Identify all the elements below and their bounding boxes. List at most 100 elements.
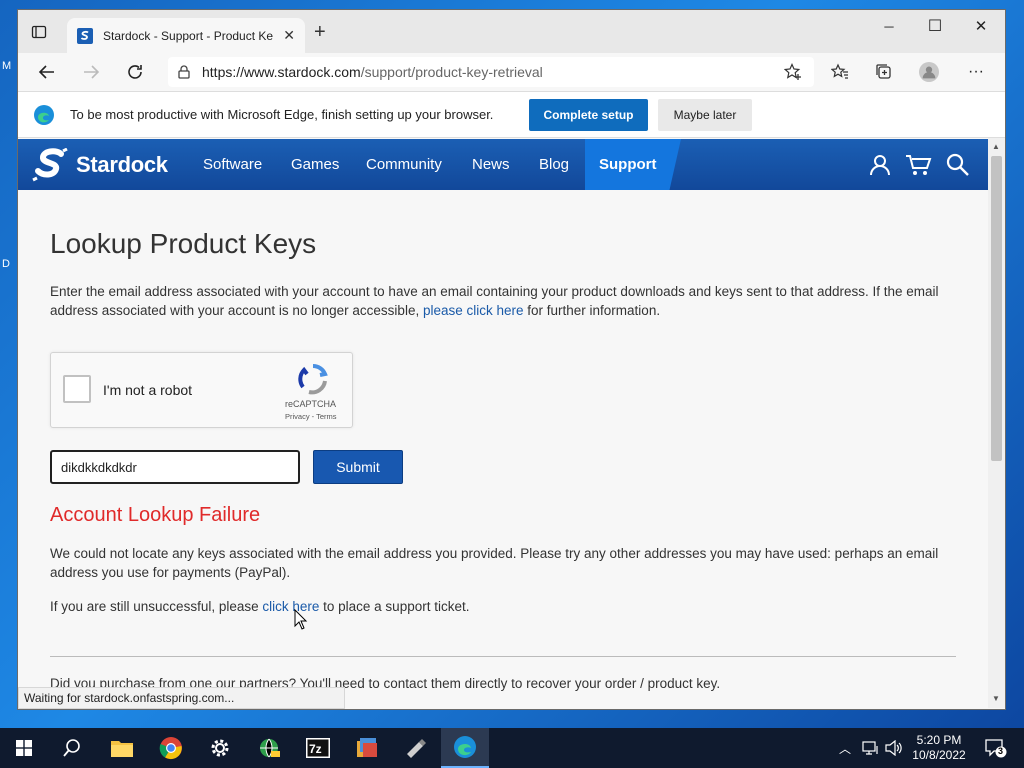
svg-text:7z: 7z	[309, 742, 322, 756]
page-title: Lookup Product Keys	[50, 228, 317, 259]
notification-icon	[985, 739, 1007, 758]
submit-button[interactable]: Submit	[313, 450, 403, 484]
refresh-icon	[128, 65, 142, 79]
lookup-failure-title: Account Lookup Failure	[50, 504, 261, 526]
settings-button[interactable]	[196, 728, 244, 768]
edge-logo-icon	[34, 105, 54, 125]
browser-toolbar: https://www.stardock.com/support/product…	[18, 53, 1005, 91]
logo-text: Stardock	[76, 152, 168, 177]
tray-expand-icon[interactable]: ︿	[839, 740, 851, 757]
main-content: Lookup Product Keys Enter the email addr…	[50, 228, 960, 320]
close-button[interactable]: ✕	[958, 10, 1004, 42]
windows-logo-icon	[16, 740, 32, 756]
infobar-message: To be most productive with Microsoft Edg…	[70, 107, 494, 122]
forward-button[interactable]	[80, 61, 102, 83]
7zip-icon: 7z	[306, 738, 330, 758]
support-ticket-paragraph: If you are still unsuccessful, please cl…	[50, 597, 469, 616]
nav-games[interactable]: Games	[291, 156, 339, 173]
email-input[interactable]	[50, 450, 300, 484]
network-icon[interactable]	[862, 740, 880, 756]
nav-support[interactable]: Support	[585, 139, 681, 190]
forward-arrow-icon	[84, 65, 100, 79]
desktop-icon-fragment: D	[2, 258, 10, 270]
url-domain: https://www.stardock.com	[202, 64, 361, 80]
stardock-logo-icon	[32, 148, 68, 182]
title-bar: Stardock - Support - Product Key Retriev…	[18, 10, 1005, 53]
scroll-thumb[interactable]	[991, 156, 1002, 461]
gear-icon	[211, 739, 229, 757]
cart-icon[interactable]	[905, 153, 933, 177]
nav-news[interactable]: News	[472, 156, 510, 173]
scroll-down-icon[interactable]: ▼	[992, 694, 1000, 703]
maximize-button[interactable]: ☐	[912, 10, 958, 42]
browser-window: Stardock - Support - Product Key Retriev…	[17, 9, 1006, 710]
lookup-failure-text: We could not locate any keys associated …	[50, 546, 939, 580]
usb-drive-icon	[407, 739, 426, 758]
taskbar: 7z ︿ 5:20 PM 10/8/2022 3	[0, 728, 1024, 768]
account-icon[interactable]	[868, 153, 892, 177]
add-favorite-icon[interactable]	[784, 63, 802, 81]
profile-avatar-icon[interactable]	[919, 62, 939, 82]
recaptcha-terms-link[interactable]: Privacy - Terms	[285, 412, 337, 421]
new-tab-button[interactable]: +	[314, 22, 326, 42]
maybe-later-button[interactable]: Maybe later	[658, 99, 752, 131]
start-button[interactable]	[0, 728, 48, 768]
tab-active[interactable]: Stardock - Support - Product Key Retriev…	[67, 18, 305, 53]
volume-icon[interactable]	[885, 740, 903, 756]
complete-setup-button[interactable]: Complete setup	[529, 99, 648, 131]
back-button[interactable]	[36, 61, 58, 83]
file-explorer-button[interactable]	[98, 728, 146, 768]
mouse-cursor-icon	[294, 609, 308, 630]
recaptcha-logo-icon	[298, 364, 328, 395]
clock-date: 10/8/2022	[912, 748, 966, 762]
lock-icon	[178, 65, 190, 79]
recaptcha-brand: reCAPTCHA	[285, 399, 337, 409]
support-ticket-link[interactable]: click here	[262, 599, 319, 614]
support-text-end: to place a support ticket.	[319, 599, 470, 614]
favorites-icon[interactable]	[830, 62, 850, 82]
intro-text-end: for further information.	[523, 303, 661, 318]
status-bar: Waiting for stardock.onfastspring.com...	[18, 687, 345, 709]
url-text: https://www.stardock.com/support/product…	[202, 64, 543, 80]
nav-software[interactable]: Software	[203, 156, 262, 173]
tab-title: Stardock - Support - Product Key Retriev…	[103, 28, 273, 43]
search-icon[interactable]	[946, 153, 970, 177]
usb-app-button[interactable]	[392, 728, 440, 768]
taskbar-search-button[interactable]	[48, 728, 96, 768]
edge-taskbar-button[interactable]	[441, 728, 489, 768]
files-app-button[interactable]	[343, 728, 391, 768]
url-path: /support/product-key-retrieval	[360, 64, 543, 80]
setup-infobar: To be most productive with Microsoft Edg…	[18, 91, 1005, 138]
7zip-button[interactable]: 7z	[294, 728, 342, 768]
page-scrollbar[interactable]: ▲ ▼	[988, 138, 1005, 708]
recaptcha-checkbox[interactable]	[63, 375, 91, 403]
files-icon	[357, 738, 377, 757]
nav-blog[interactable]: Blog	[539, 156, 569, 173]
stardock-favicon-icon	[77, 27, 93, 44]
back-arrow-icon	[38, 65, 54, 79]
site-navbar: Stardock Software Games Community News B…	[18, 139, 988, 190]
folder-icon	[111, 741, 133, 757]
refresh-button[interactable]	[124, 61, 146, 83]
chrome-button[interactable]	[147, 728, 195, 768]
further-info-link[interactable]: please click here	[423, 303, 524, 318]
address-bar[interactable]: https://www.stardock.com/support/product…	[168, 57, 814, 87]
stardock-logo[interactable]: Stardock	[32, 148, 168, 182]
taskbar-clock[interactable]: 5:20 PM 10/8/2022	[905, 733, 973, 763]
settings-more-icon[interactable]: ···	[966, 62, 986, 82]
tab-close-icon[interactable]: ✕	[283, 27, 295, 44]
network-app-button[interactable]	[245, 728, 293, 768]
tab-actions-icon[interactable]	[30, 23, 48, 41]
notification-count: 3	[998, 746, 1004, 756]
collections-icon[interactable]	[874, 62, 894, 82]
minimize-button[interactable]: ─	[866, 10, 912, 42]
divider	[50, 656, 956, 657]
globe-network-icon	[260, 738, 280, 758]
scroll-up-icon[interactable]: ▲	[992, 142, 1000, 151]
notification-center-button[interactable]: 3	[985, 738, 1007, 763]
nav-community[interactable]: Community	[366, 156, 442, 173]
chrome-icon	[159, 737, 182, 760]
intro-paragraph: Enter the email address associated with …	[50, 282, 960, 320]
clock-time: 5:20 PM	[916, 733, 962, 747]
desktop-icon-fragment: M	[2, 60, 12, 72]
